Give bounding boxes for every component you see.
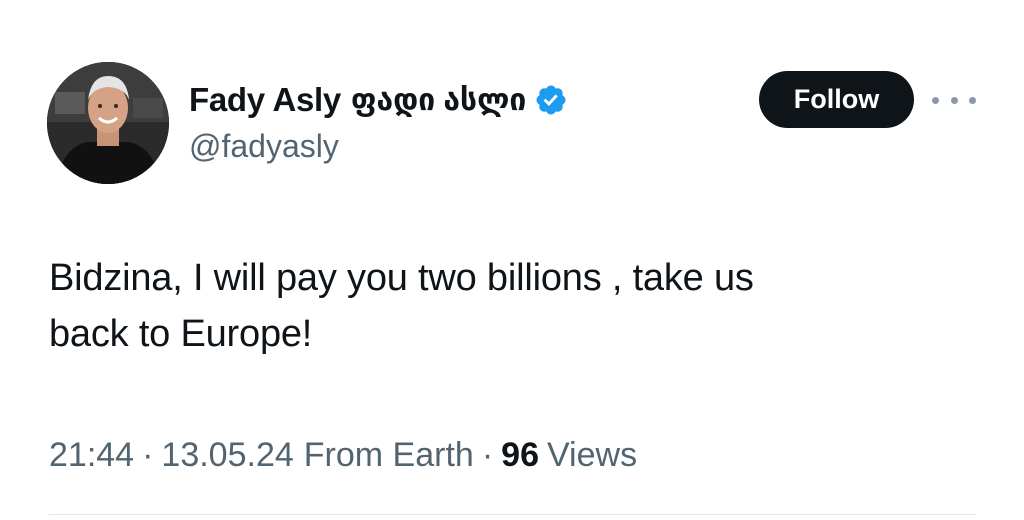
tweet-meta: 21:44 · 13.05.24 From Earth · 96 Views [49, 436, 637, 475]
tweet-text-line: back to Europe! [49, 313, 313, 355]
tweet-source: From Earth [303, 436, 474, 474]
author-name-row[interactable]: Fady Asly ფადი ასლი [189, 78, 568, 122]
tweet-date[interactable]: 13.05.24 [161, 436, 293, 475]
verified-badge-icon [534, 83, 568, 117]
tweet-text: Bidzina, I will pay you two billions , t… [49, 250, 949, 362]
more-dot [969, 96, 976, 104]
avatar[interactable] [47, 62, 169, 184]
more-horizontal-icon[interactable] [932, 90, 976, 110]
follow-button[interactable]: Follow [759, 71, 914, 128]
author-handle[interactable]: @fadyasly [189, 128, 339, 165]
tweet-text-line: Bidzina, I will pay you two billions , t… [49, 257, 754, 299]
more-dot [950, 96, 958, 104]
tweet-card: Fady Asly ფადი ასლი @fadyasly Follow Bid… [0, 0, 1024, 520]
meta-separator: · [142, 436, 154, 474]
more-dot [932, 96, 939, 104]
meta-separator: · [481, 436, 494, 474]
views-label: Views [546, 436, 638, 474]
divider [49, 514, 976, 515]
tweet-time[interactable]: 21:44 [49, 436, 134, 475]
avatar-image [47, 62, 169, 184]
views-count[interactable]: 96 [501, 436, 539, 475]
author-display-name-georgian[interactable]: ფადი ასლი [351, 83, 526, 118]
author-display-name[interactable]: Fady Asly [189, 81, 341, 119]
